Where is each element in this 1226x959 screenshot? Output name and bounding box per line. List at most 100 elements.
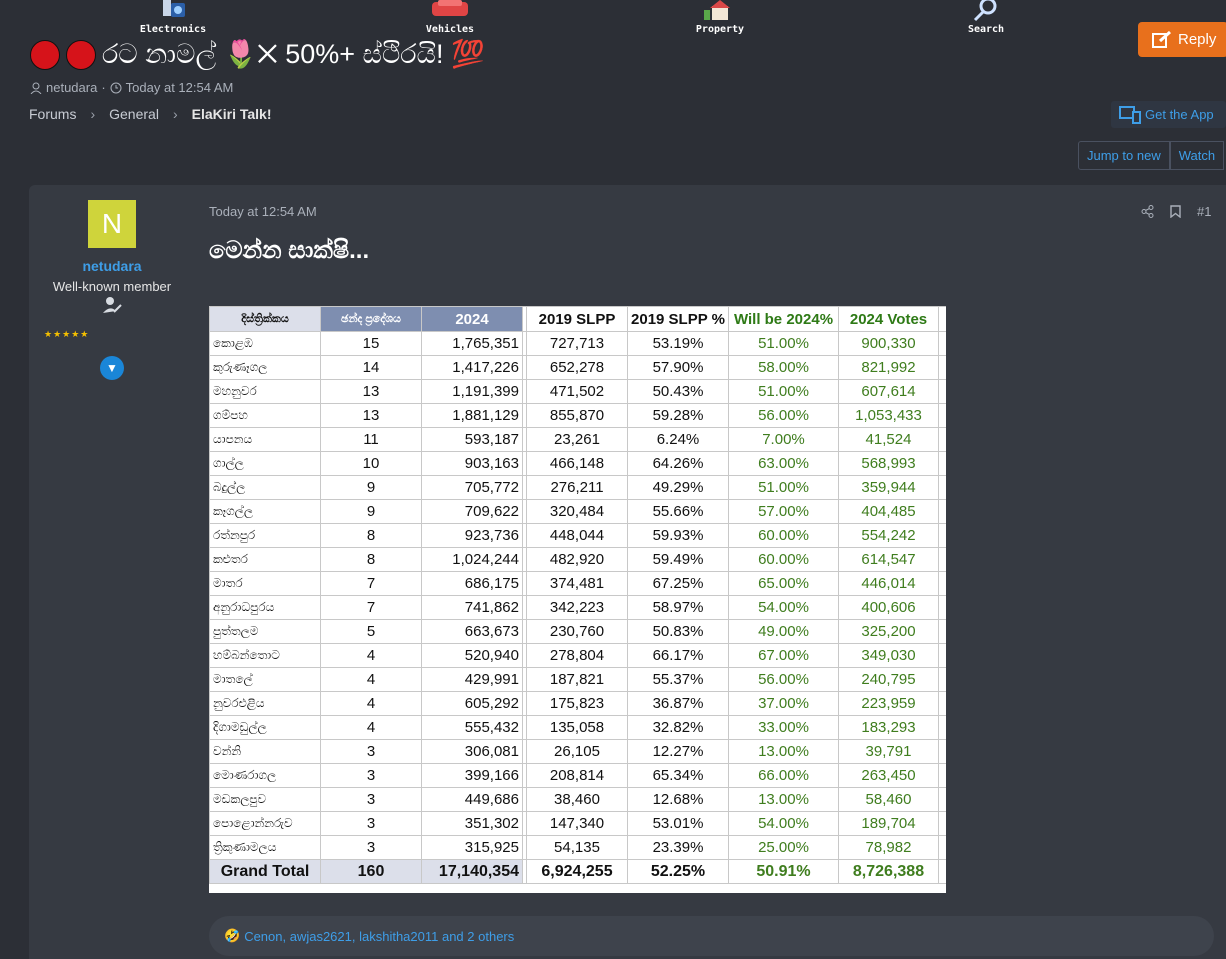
header-will-2024: Will be 2024%	[728, 306, 839, 332]
cell-votes-2024-registered: 1,417,226	[421, 355, 523, 380]
chevron-down-icon: ▼	[106, 361, 118, 375]
cell-votes-2024: 554,242	[838, 523, 939, 548]
cell-seats: 7	[320, 595, 422, 620]
cell-votes-2024: 263,450	[838, 763, 939, 788]
cell-votes-2024-registered: 555,432	[421, 715, 523, 740]
cell-votes-2024: 240,795	[838, 667, 939, 692]
cell-will-be-2024: 65.00%	[728, 571, 839, 596]
thread-author[interactable]: netudara	[46, 80, 97, 95]
cell-votes-2024-registered: 315,925	[421, 835, 523, 860]
cell-slpp-pct: 59.93%	[627, 523, 729, 548]
cell-seats: 4	[320, 667, 422, 692]
cell-seats: 10	[320, 451, 422, 476]
user-edit-icon	[103, 297, 122, 313]
expand-user-button[interactable]: ▼	[100, 356, 124, 380]
reaction-users[interactable]: Cenon, awjas2621, lakshitha2011 and 2 ot…	[244, 929, 514, 944]
laughing-emoji-icon: 🤣	[224, 928, 241, 943]
table-row: මාතලේ 4 429,991 187,821 55.37% 56.00% 240,795	[209, 667, 946, 692]
watch-button[interactable]: Watch	[1169, 141, 1225, 170]
cell-slpp-pct: 52.25%	[627, 859, 729, 884]
cell-slpp-pct: 66.17%	[627, 643, 729, 668]
cell-votes-2024-registered: 663,673	[421, 619, 523, 644]
table-row: හම්බන්තොට 4 520,940 278,804 66.17% 67.00% 349,…	[209, 643, 946, 668]
nav-property[interactable]: Property	[660, 0, 780, 35]
cell-seats: 3	[320, 739, 422, 764]
table-row: කළුතර 8 1,024,244 482,920 59.49% 60.00% 614,54…	[209, 547, 946, 572]
avatar[interactable]: N	[88, 200, 136, 248]
get-app-button[interactable]: Get the App	[1111, 101, 1226, 128]
cell-district: බදුල්ල	[209, 475, 321, 500]
cell-seats: 13	[320, 379, 422, 404]
cell-seats: 15	[320, 331, 422, 356]
cell-votes-2024: 325,200	[838, 619, 939, 644]
chevron-right-icon: ›	[172, 106, 178, 122]
cell-will-be-2024: 57.00%	[728, 499, 839, 524]
cell-seats: 11	[320, 427, 422, 452]
table-row: නුවරඑළිය 4 605,292 175,823 36.87% 37.00% 223,9…	[209, 691, 946, 716]
jump-to-new-button[interactable]: Jump to new	[1078, 141, 1170, 170]
post-time[interactable]: Today at 12:54 AM	[209, 204, 317, 219]
cell-will-be-2024: 67.00%	[728, 643, 839, 668]
chevron-right-icon: ›	[90, 106, 96, 122]
bookmark-icon[interactable]	[1170, 205, 1181, 218]
cell-will-be-2024: 58.00%	[728, 355, 839, 380]
house-icon	[704, 0, 730, 20]
cell-district: කුරුණෑගල	[209, 355, 321, 380]
cell-district: මාතර	[209, 571, 321, 596]
breadcrumb-general[interactable]: General	[109, 106, 159, 122]
cell-votes-2024: 58,460	[838, 787, 939, 812]
nav-electronics[interactable]: Electronics	[113, 0, 233, 35]
cell-seats: 9	[320, 475, 422, 500]
cell-slpp-2019: 147,340	[526, 811, 628, 836]
nav-search[interactable]: Search	[926, 0, 1046, 35]
red-circle-icon	[30, 39, 60, 70]
share-icon[interactable]	[1141, 205, 1154, 218]
cell-district: පොළොන්නරුව	[209, 811, 321, 836]
table-row: කෑගල්ල 9 709,622 320,484 55.66% 57.00% 404,485	[209, 499, 946, 524]
table-row: ගම්පහ 13 1,881,129 855,870 59.28% 56.00% 1,053…	[209, 403, 946, 428]
reply-button[interactable]: Reply	[1138, 22, 1226, 57]
cell-slpp-2019: 175,823	[526, 691, 628, 716]
cell-votes-2024-registered: 351,302	[421, 811, 523, 836]
cell-will-be-2024: 7.00%	[728, 427, 839, 452]
cell-district: යාපනය	[209, 427, 321, 452]
cell-votes-2024: 39,791	[838, 739, 939, 764]
cell-votes-2024-registered: 399,166	[421, 763, 523, 788]
cell-slpp-2019: 320,484	[526, 499, 628, 524]
cell-will-be-2024: 49.00%	[728, 619, 839, 644]
header-votes-2024: 2024 Votes	[838, 306, 939, 332]
cell-district: නුවරඑළිය	[209, 691, 321, 716]
cell-district: අනුරාධපුරය	[209, 595, 321, 620]
cell-will-be-2024: 51.00%	[728, 379, 839, 404]
cell-slpp-2019: 208,814	[526, 763, 628, 788]
cell-votes-2024: 900,330	[838, 331, 939, 356]
cell-will-be-2024: 54.00%	[728, 811, 839, 836]
nav-vehicles[interactable]: Vehicles	[390, 0, 510, 35]
cell-votes-2024: 349,030	[838, 643, 939, 668]
cell-slpp-pct: 6.24%	[627, 427, 729, 452]
reactions-bar[interactable]: 🤣 Cenon, awjas2621, lakshitha2011 and 2 …	[209, 916, 1214, 956]
cell-will-be-2024: 54.00%	[728, 595, 839, 620]
header-district: දිස්ත්‍රික්කය	[209, 306, 321, 332]
cell-slpp-pct: 12.27%	[627, 739, 729, 764]
cell-votes-2024: 400,606	[838, 595, 939, 620]
cell-votes-2024-registered: 1,765,351	[421, 331, 523, 356]
cell-votes-2024-registered: 1,191,399	[421, 379, 523, 404]
clock-icon	[110, 82, 122, 93]
cell-seats: 7	[320, 571, 422, 596]
post-username[interactable]: netudara	[29, 258, 195, 274]
cell-votes-2024: 1,053,433	[838, 403, 939, 428]
cell-district: ත්‍රිකුණාමලය	[209, 835, 321, 860]
cell-district: හම්බන්තොට	[209, 643, 321, 668]
post-number[interactable]: #1	[1197, 204, 1211, 219]
cell-district: මහනුවර	[209, 379, 321, 404]
user-icon	[30, 82, 42, 94]
table-row: මොණරාගල 3 399,166 208,814 65.34% 66.00% 263,45…	[209, 763, 946, 788]
breadcrumb-forums[interactable]: Forums	[29, 106, 76, 122]
thread-time[interactable]: Today at 12:54 AM	[126, 80, 234, 95]
cell-votes-2024-registered: 593,187	[421, 427, 523, 452]
cell-votes-2024-registered: 1,881,129	[421, 403, 523, 428]
cell-will-be-2024: 37.00%	[728, 691, 839, 716]
cell-slpp-2019: 482,920	[526, 547, 628, 572]
breadcrumb-current[interactable]: ElaKiri Talk!	[192, 106, 272, 122]
